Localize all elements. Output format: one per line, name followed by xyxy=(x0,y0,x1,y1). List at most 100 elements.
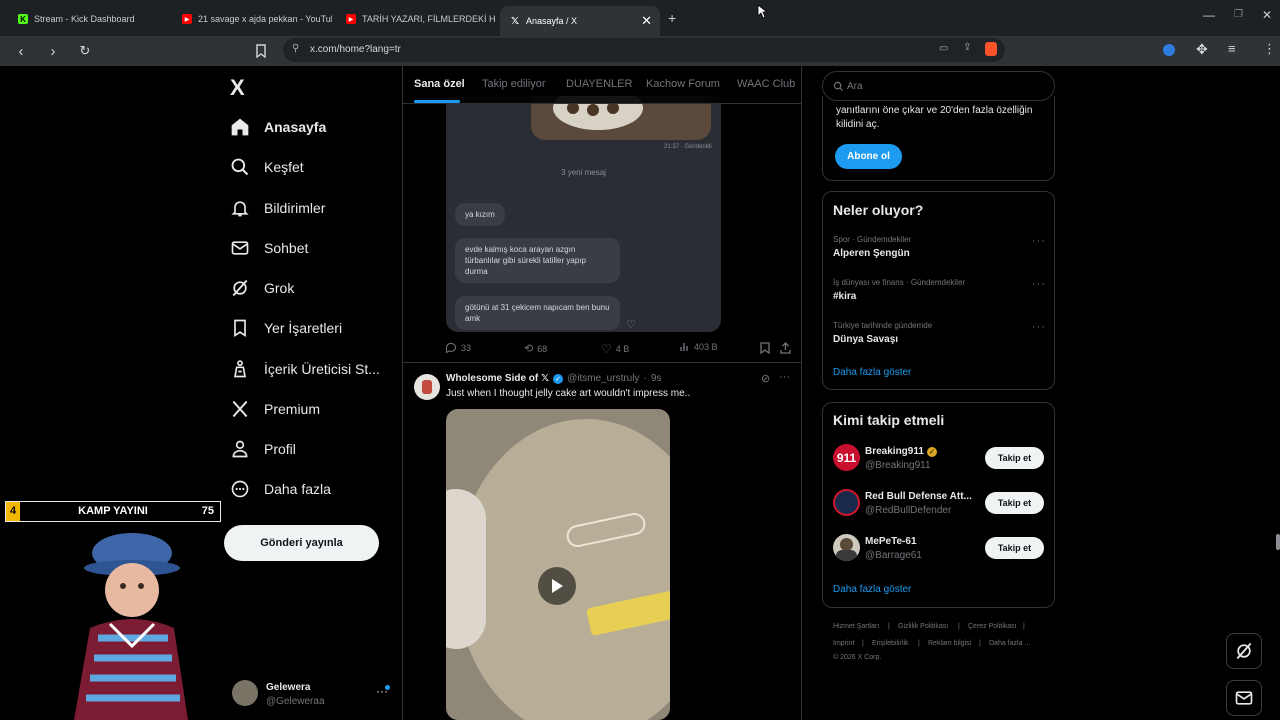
sidebar-item-label: Sohbet xyxy=(264,240,309,256)
close-window-button[interactable]: ✕ xyxy=(1262,8,1272,22)
extensions-puzzle-icon[interactable]: ✥ xyxy=(1196,41,1208,58)
avatar[interactable] xyxy=(833,534,860,561)
follow-handle: @RedBullDefender xyxy=(865,505,952,516)
mouse-cursor-icon xyxy=(757,4,767,19)
trend-title[interactable]: #kira xyxy=(833,291,856,302)
brave-shield-icon[interactable] xyxy=(985,42,997,56)
reply-button[interactable]: 33 xyxy=(445,342,471,354)
post-handle[interactable]: @itsme_urstruly xyxy=(567,373,639,384)
footer-link[interactable]: Erişilebilirlik xyxy=(872,640,909,647)
post-author[interactable]: Wholesome Side of 𝕏 xyxy=(446,373,549,384)
sidebar-item-grok[interactable]: Grok xyxy=(230,273,294,303)
grok-float-button[interactable] xyxy=(1226,633,1262,669)
trend-title[interactable]: Alperen Şengün xyxy=(833,248,910,259)
follow-name[interactable]: Breaking911 xyxy=(865,446,924,457)
follow-show-more-link[interactable]: Daha fazla göster xyxy=(833,584,911,595)
bookmark-icon xyxy=(234,319,246,338)
repost-button[interactable]: ⟲ 68 xyxy=(524,342,547,355)
follow-button[interactable]: Takip et xyxy=(985,537,1044,559)
cast-icon[interactable]: ▭ xyxy=(939,43,948,54)
browser-tab-bar: K Stream - Kick Dashboard ▶ 21 savage x … xyxy=(0,0,1280,36)
views-button[interactable]: 403 B xyxy=(680,342,718,352)
avatar[interactable] xyxy=(833,489,860,516)
share-post-icon[interactable] xyxy=(780,342,791,354)
sidebar-item-explore[interactable]: Keşfet xyxy=(230,152,304,182)
x-icon xyxy=(232,400,248,418)
avatar[interactable] xyxy=(414,374,440,400)
footer-link[interactable]: Reklam bilgisi xyxy=(928,640,971,647)
sidebar-item-notifications[interactable]: Bildirimler xyxy=(230,193,325,223)
bell-icon xyxy=(231,201,249,217)
tab-waac-club[interactable]: WAAC Club xyxy=(737,78,795,90)
footer-link[interactable]: Gizlilik Politikası xyxy=(898,623,948,630)
post-more-icon[interactable]: ··· xyxy=(779,371,790,383)
site-settings-icon[interactable]: ⚲ xyxy=(292,43,299,54)
sidebar-item-more[interactable]: Daha fazla xyxy=(230,474,331,504)
sidebar-item-premium[interactable]: Premium xyxy=(230,394,320,424)
sidebar-item-creator-studio[interactable]: İçerik Üreticisi St... xyxy=(230,354,380,384)
follow-name[interactable]: Red Bull Defense Att... xyxy=(865,491,972,502)
play-button[interactable] xyxy=(538,567,576,605)
trend-more-icon[interactable]: ··· xyxy=(1032,235,1046,247)
bookmark-post-icon[interactable] xyxy=(760,342,770,354)
post-header: Wholesome Side of 𝕏 ✓ @itsme_urstruly · … xyxy=(446,373,661,384)
page-scrollbar[interactable] xyxy=(1276,534,1280,550)
restore-button[interactable]: ❐ xyxy=(1234,9,1243,20)
avatar[interactable] xyxy=(232,680,258,706)
minimize-button[interactable]: — xyxy=(1203,8,1215,22)
sidebar-item-bookmarks[interactable]: Yer İşaretleri xyxy=(230,313,342,343)
extension-icon[interactable] xyxy=(1163,44,1175,56)
browser-tab-youtube-2[interactable]: ▶ TARİH YAZARI, FİLMLERDEKİ HİTLER xyxy=(336,6,496,32)
post-image-chat-screenshot[interactable]: 21:37 · Gönderildi 3 yeni mesaj ya kızım… xyxy=(446,96,721,332)
address-bar[interactable]: ⚲ x.com/home?lang=tr ▭ ⇪ xyxy=(283,38,1005,62)
back-button[interactable]: ‹ xyxy=(11,41,31,61)
trend-title[interactable]: Dünya Savaşı xyxy=(833,334,898,345)
messages-float-button[interactable] xyxy=(1226,680,1262,716)
follow-name[interactable]: MePeTe-61 xyxy=(865,536,917,547)
tab-following[interactable]: Takip ediliyor xyxy=(482,78,546,90)
who-to-follow-title: Kimi takip etmeli xyxy=(833,412,945,428)
trend-more-icon[interactable]: ··· xyxy=(1032,278,1046,290)
footer-link[interactable]: Hizmet Şartları xyxy=(833,623,879,630)
sidebar-item-profile[interactable]: Profil xyxy=(230,434,296,464)
follow-button[interactable]: Takip et xyxy=(985,447,1044,469)
post-button[interactable]: Gönderi yayınla xyxy=(224,525,379,561)
trends-title: Neler oluyor? xyxy=(833,202,924,218)
heart-icon: ♡ xyxy=(601,342,612,356)
sidebar-item-messages[interactable]: Sohbet xyxy=(230,233,308,263)
new-tab-button[interactable]: + xyxy=(668,10,676,26)
follow-handle: @Barrage61 xyxy=(865,550,922,561)
menu-kebab-icon[interactable]: ⋮ xyxy=(1263,41,1276,57)
browser-tab-youtube-1[interactable]: ▶ 21 savage x ajda pekkan - YouTube xyxy=(172,6,332,32)
close-tab-icon[interactable]: ✕ xyxy=(641,13,652,29)
footer-link[interactable]: Daha fazla ... xyxy=(989,640,1030,647)
tab-for-you[interactable]: Sana özel xyxy=(414,78,465,90)
x-logo-icon[interactable]: X xyxy=(230,75,245,101)
subscribe-button[interactable]: Abone ol xyxy=(835,144,902,169)
post-time[interactable]: 9s xyxy=(651,373,662,384)
tab-duayenler[interactable]: DUAYENLER xyxy=(566,78,632,90)
browser-tab-kick[interactable]: K Stream - Kick Dashboard xyxy=(8,6,168,32)
tab-kachow-forum[interactable]: Kachow Forum xyxy=(646,78,720,90)
trend-meta: İş dünyası ve finans · Gündemdekiler xyxy=(833,278,966,287)
share-icon[interactable]: ⇪ xyxy=(963,42,971,53)
avatar[interactable]: 911 xyxy=(833,444,860,471)
bookmark-page-icon[interactable] xyxy=(251,41,271,61)
forward-button[interactable]: › xyxy=(43,41,63,61)
post-video[interactable] xyxy=(446,409,670,720)
sidebar-item-home[interactable]: Anasayfa xyxy=(230,112,326,142)
browser-tab-x[interactable]: 𝕏 Anasayfa / X ✕ xyxy=(500,6,660,36)
like-button[interactable]: ♡ 4 B xyxy=(601,342,629,356)
playlist-icon[interactable]: ≡ xyxy=(1228,41,1236,56)
mail-icon xyxy=(1235,691,1253,705)
grok-post-icon[interactable]: ⊘ xyxy=(761,372,770,385)
footer-link[interactable]: Imprint xyxy=(833,640,854,647)
footer-link[interactable]: Çerez Politikası xyxy=(968,623,1017,630)
trend-more-icon[interactable]: ··· xyxy=(1032,321,1046,333)
trends-show-more-link[interactable]: Daha fazla göster xyxy=(833,367,911,378)
sidebar-item-label: Premium xyxy=(264,401,321,417)
reload-button[interactable]: ↻ xyxy=(75,41,95,61)
follow-button[interactable]: Takip et xyxy=(985,492,1044,514)
premium-text-1: yanıtlarını öne çıkar ve 20'den fazla öz… xyxy=(836,105,1033,116)
sidebar-item-label: Daha fazla xyxy=(264,481,331,497)
